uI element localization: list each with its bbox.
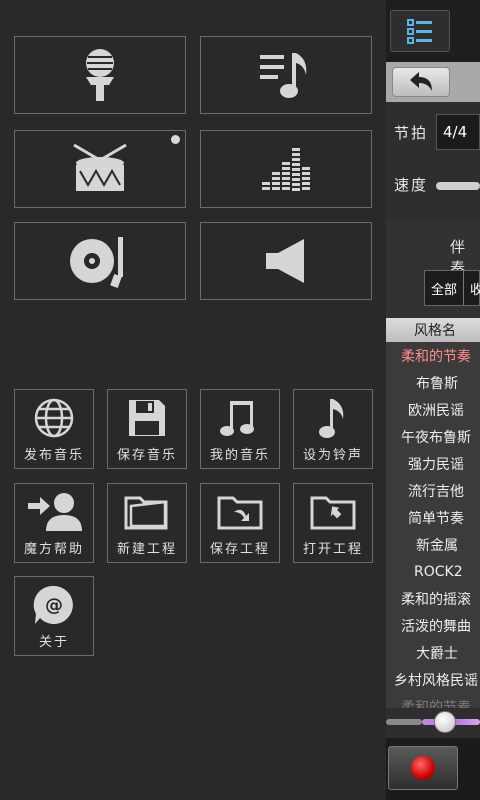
back-arrow-icon [408,71,434,93]
speaker-icon [262,237,310,285]
list-item[interactable]: 乡村风格民谣 [386,666,480,693]
microphone-icon [80,47,120,103]
record-button[interactable] [388,746,458,790]
tab-all[interactable]: 全部 [425,271,465,305]
single-note-icon [318,396,348,440]
list-item[interactable]: 柔和的摇滚 [386,585,480,612]
new-project-label: 新建工程 [116,542,177,557]
speed-label: 速度 [394,176,429,194]
list-item[interactable]: 布鲁斯 [386,369,480,396]
drum-icon [70,141,130,197]
style-tabs: 全部 收 [424,270,480,306]
new-project-button[interactable]: 新建工程 [107,483,187,563]
playlist-music-icon [258,49,314,101]
style-list-header: 风格名 [386,318,480,342]
list-item[interactable]: 活泼的舞曲 [386,612,480,639]
back-band [386,62,480,102]
list-item[interactable]: 强力民谣 [386,450,480,477]
playlist-button[interactable] [200,36,372,114]
user-arrow-icon [26,490,82,534]
publish-music-label: 发布音乐 [23,448,84,463]
back-button[interactable] [392,67,450,97]
floppy-disk-icon [126,396,168,440]
globe-icon [33,396,75,440]
microphone-button[interactable] [14,36,186,114]
beat-selector[interactable]: 4/4 [436,114,480,150]
drum-button[interactable] [14,130,186,208]
set-ringtone-label: 设为铃声 [302,448,363,463]
help-button[interactable]: 魔方帮助 [14,483,94,563]
list-item[interactable]: ROCK2 [386,558,480,585]
list-item[interactable]: 大爵士 [386,639,480,666]
list-item[interactable]: 柔和的节奏 [386,342,480,369]
slider-knob[interactable] [434,711,456,733]
my-music-label: 我的音乐 [209,448,270,463]
save-music-label: 保存音乐 [116,448,177,463]
save-project-label: 保存工程 [209,542,270,557]
equalizer-icon [260,144,312,194]
save-project-button[interactable]: 保存工程 [200,483,280,563]
double-note-icon [220,396,260,440]
accompaniment-section: 伴奏 全部 收 [386,220,480,318]
at-sign-icon: @ [33,583,75,627]
tab-favorites[interactable]: 收 [464,271,480,305]
list-item[interactable]: 欧洲民谣 [386,396,480,423]
about-button[interactable]: @ 关于 [14,576,94,656]
left-menu-panel: 发布音乐 保存音乐 我的音乐 设为铃声 魔方帮助 新建工程 保存工程 打开工程 … [0,0,386,800]
speed-slider[interactable] [436,182,480,190]
slider-track-left [386,719,422,725]
right-control-panel: 节拍 4/4 速度 伴奏 全部 收 风格名 柔和的节奏 布鲁斯 欧洲民谣 午夜布… [386,0,480,800]
list-item[interactable]: 新金属 [386,531,480,558]
list-icon [406,17,434,45]
open-folder-icon [123,490,171,534]
style-list[interactable]: 柔和的节奏 布鲁斯 欧洲民谣 午夜布鲁斯 强力民谣 流行吉他 简单节奏 新金属 … [386,342,480,711]
about-label: 关于 [38,635,69,650]
list-item[interactable]: 流行吉他 [386,477,480,504]
open-project-button[interactable]: 打开工程 [293,483,373,563]
volume-slider[interactable] [386,708,480,738]
list-item[interactable]: 简单节奏 [386,504,480,531]
set-ringtone-button[interactable]: 设为铃声 [293,389,373,469]
save-music-button[interactable]: 保存音乐 [107,389,187,469]
indicator-dot [171,135,180,144]
list-item[interactable]: 午夜布鲁斯 [386,423,480,450]
publish-music-button[interactable]: 发布音乐 [14,389,94,469]
folder-save-icon [216,490,264,534]
turntable-button[interactable] [14,222,186,300]
speaker-button[interactable] [200,222,372,300]
folder-open-icon [309,490,357,534]
top-strip [386,0,480,62]
help-label: 魔方帮助 [23,542,84,557]
record-icon [411,756,435,780]
equalizer-button[interactable] [200,130,372,208]
open-project-label: 打开工程 [302,542,363,557]
record-area [386,738,480,800]
rhythm-controls: 节拍 4/4 速度 [386,102,480,220]
my-music-button[interactable]: 我的音乐 [200,389,280,469]
turntable-icon [68,233,132,289]
svg-text:@: @ [45,595,63,616]
menu-list-button[interactable] [390,10,450,52]
beat-label: 节拍 [394,124,429,142]
